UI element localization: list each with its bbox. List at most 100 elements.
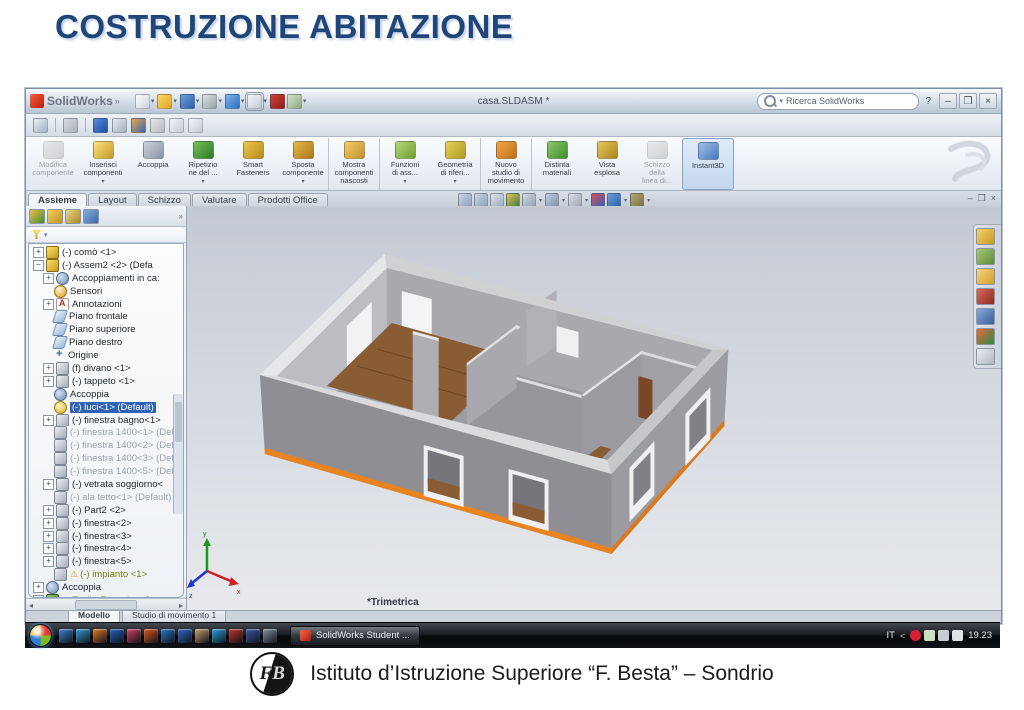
- hide-show-icon[interactable]: [568, 193, 582, 207]
- tree-item[interactable]: +Annotazioni: [29, 298, 183, 311]
- open-folder-icon-dropdown[interactable]: ▾: [173, 97, 177, 105]
- language-indicator[interactable]: IT: [887, 630, 895, 641]
- filter-dropdown-icon[interactable]: ▾: [44, 231, 48, 239]
- help-button[interactable]: ?: [925, 96, 931, 107]
- tree-item[interactable]: (-) finestra 1400<5> (Def: [29, 465, 183, 478]
- search-dropdown-icon[interactable]: ▾: [779, 97, 783, 105]
- view-palette-icon[interactable]: [976, 288, 995, 305]
- ripetizione-dropdown[interactable]: ▾: [201, 178, 204, 186]
- tree-item[interactable]: Accoppia: [29, 388, 183, 401]
- solidworks-resources-icon[interactable]: [976, 228, 995, 245]
- tree-item[interactable]: ⚠(-) impianto <1>: [29, 568, 183, 581]
- tree-expander-icon[interactable]: +: [43, 518, 54, 529]
- tree-expander-icon[interactable]: +: [43, 363, 54, 374]
- select-icon-dropdown[interactable]: ▾: [263, 97, 267, 105]
- print-icon-dropdown[interactable]: ▾: [218, 97, 222, 105]
- wireframe-cube-icon[interactable]: [169, 118, 184, 133]
- instant3d-button[interactable]: Instant3D: [682, 138, 734, 190]
- tree-expander-icon[interactable]: +: [43, 479, 54, 490]
- propertymanager-tab-icon[interactable]: [47, 209, 63, 224]
- tree-item[interactable]: +(-) tappeto <1>: [29, 375, 183, 388]
- quicklaunch-icon-2[interactable]: [76, 629, 90, 643]
- doc-close-button[interactable]: ×: [991, 193, 996, 204]
- quicklaunch-icon-9[interactable]: [195, 629, 209, 643]
- view-settings-icon[interactable]: [630, 193, 644, 207]
- hidden-lines-cube-icon[interactable]: [188, 118, 203, 133]
- search-input[interactable]: Ricerca SolidWorks: [786, 96, 864, 106]
- tree-expander-icon[interactable]: +: [43, 556, 54, 567]
- quicklaunch-icon-10[interactable]: [212, 629, 226, 643]
- inserisci-componenti-button[interactable]: Inserisci componenti▾: [78, 138, 128, 190]
- quicklaunch-icon-8[interactable]: [178, 629, 192, 643]
- tree-item[interactable]: +(-) finestra bagno<1>: [29, 414, 183, 427]
- tree-expander-icon[interactable]: +: [33, 582, 44, 593]
- display-style-icon-dropdown[interactable]: ▾: [562, 197, 565, 204]
- volume-icon[interactable]: [952, 630, 963, 641]
- tree-filter-row[interactable]: ▾: [26, 227, 186, 243]
- tree-item[interactable]: +(-) finestra<3>: [29, 530, 183, 543]
- quicklaunch-icon-3[interactable]: [93, 629, 107, 643]
- custom-properties-icon[interactable]: [976, 348, 995, 365]
- zoom-area-icon[interactable]: [474, 193, 488, 207]
- tree-item[interactable]: +⚠Taglio-Estrusione3: [29, 594, 183, 598]
- smart-fasteners-button[interactable]: Smart Fasteners: [228, 138, 278, 190]
- open-folder-icon[interactable]: [157, 94, 172, 109]
- apply-scene-icon-dropdown[interactable]: ▾: [624, 197, 627, 204]
- geometria-di-riferimento-button[interactable]: Geometria di riferi...▾: [430, 138, 481, 190]
- vista-esplosa-button[interactable]: Vista esplosa: [582, 138, 632, 190]
- textures-cube-icon[interactable]: [131, 118, 146, 133]
- undo-icon-dropdown[interactable]: ▾: [241, 97, 245, 105]
- ripetizione-button[interactable]: Ripetizio ne del ...▾: [178, 138, 228, 190]
- section-view-icon[interactable]: [506, 193, 520, 207]
- doc-restore-button[interactable]: ❒: [978, 193, 986, 204]
- quicklaunch-icon-4[interactable]: [110, 629, 124, 643]
- view-settings-icon-dropdown[interactable]: ▾: [647, 197, 650, 204]
- file-explorer-icon[interactable]: [976, 268, 995, 285]
- new-document-icon[interactable]: [135, 94, 150, 109]
- distinta-materiali-button[interactable]: Distinta materiali: [532, 138, 582, 190]
- tree-expander-icon[interactable]: +: [33, 247, 44, 258]
- funzioni-di-assieme-dropdown[interactable]: ▾: [403, 178, 406, 186]
- tree-expander-icon[interactable]: +: [43, 543, 54, 554]
- quicklaunch-icon-13[interactable]: [263, 629, 277, 643]
- scroll-right-icon[interactable]: ▸: [179, 601, 183, 610]
- tray-expand-icon[interactable]: <: [900, 631, 905, 641]
- tree-item[interactable]: +(-) Part2 <2>: [29, 504, 183, 517]
- nuovo-studio-di-movimento-button[interactable]: Nuovo studio di movimento: [481, 138, 532, 190]
- search-box[interactable]: ▾ Ricerca SolidWorks: [757, 93, 919, 110]
- design-library-icon[interactable]: [976, 248, 995, 265]
- save-icon[interactable]: [180, 94, 195, 109]
- quicklaunch-icon-11[interactable]: [229, 629, 243, 643]
- zoom-fit-icon[interactable]: [458, 193, 472, 207]
- quicklaunch-icon-6[interactable]: [144, 629, 158, 643]
- tree-expander-icon[interactable]: +: [33, 595, 44, 598]
- zoom-tool-icon[interactable]: [112, 118, 127, 133]
- tree-expander-icon[interactable]: +: [43, 273, 54, 284]
- featuremanager-tab-icon[interactable]: [29, 209, 45, 224]
- tree-item[interactable]: +(f) divano <1>: [29, 362, 183, 375]
- tree-item[interactable]: Sensori: [29, 285, 183, 298]
- restore-button[interactable]: ❒: [959, 93, 977, 109]
- scroll-left-icon[interactable]: ◂: [29, 601, 33, 610]
- taskbar-window-button[interactable]: SolidWorks Student ...: [290, 626, 420, 646]
- edit-appearance-icon[interactable]: [591, 193, 605, 207]
- scroll-thumb[interactable]: [75, 600, 137, 610]
- view-orientation-icon-dropdown[interactable]: ▾: [539, 197, 542, 204]
- tree-vertical-scrollbar[interactable]: [173, 394, 183, 514]
- shaded-cube-icon[interactable]: [93, 118, 108, 133]
- tree-item[interactable]: (-) luci<1> (Default): [29, 401, 183, 414]
- quicklaunch-icon-7[interactable]: [161, 629, 175, 643]
- sposta-componente-button[interactable]: Sposta componente▾: [278, 138, 329, 190]
- tree-item[interactable]: +Accoppia: [29, 581, 183, 594]
- tree-item[interactable]: Piano destro: [29, 336, 183, 349]
- tree-expander-icon[interactable]: +: [43, 531, 54, 542]
- clock[interactable]: 19.23: [968, 630, 992, 641]
- rebuild-icon[interactable]: [270, 94, 285, 109]
- battery-icon[interactable]: [924, 630, 935, 641]
- model-viewport[interactable]: y x z *Trimetrica: [187, 206, 1001, 611]
- appearances-icon[interactable]: [976, 308, 995, 325]
- new-document-icon-dropdown[interactable]: ▾: [151, 97, 155, 105]
- filter-icon[interactable]: [490, 193, 504, 207]
- sketch-tool-icon[interactable]: [33, 118, 48, 133]
- antivirus-icon[interactable]: [910, 630, 921, 641]
